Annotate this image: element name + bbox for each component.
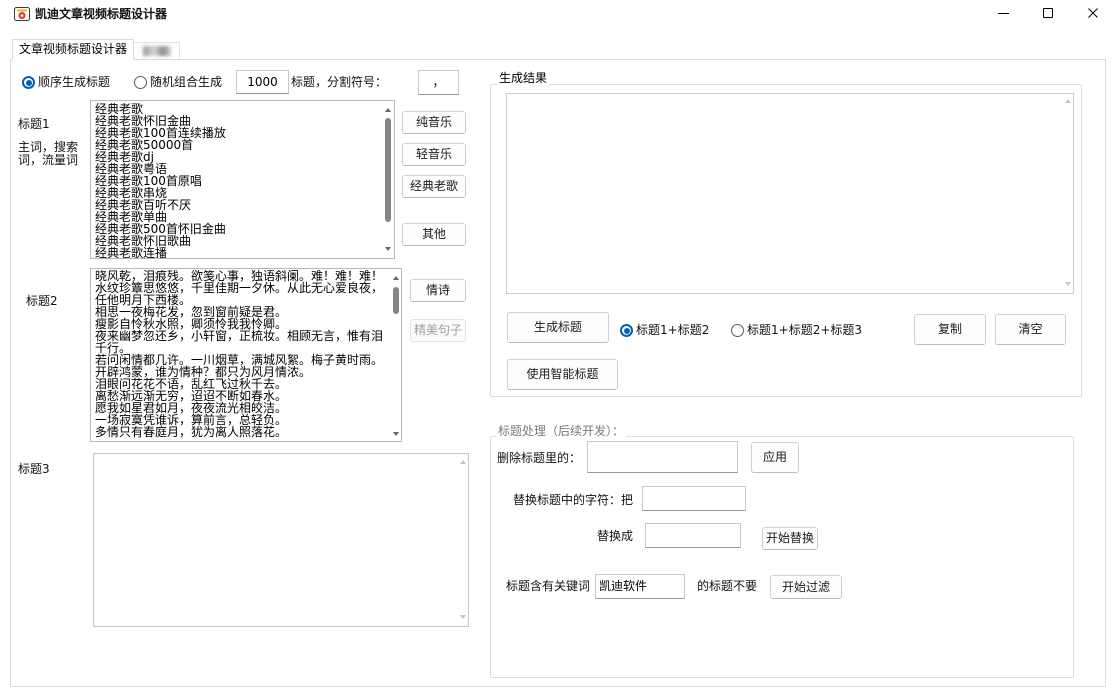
count-input[interactable]: 1000 bbox=[236, 70, 289, 94]
replace-from-label: 替换标题中的字符：把 bbox=[513, 493, 634, 507]
window-title: 凯迪文章视频标题设计器 bbox=[35, 7, 168, 21]
smart-title-button[interactable]: 使用智能标题 bbox=[507, 359, 618, 390]
title1-hint: 主词，搜索词，流量词 bbox=[18, 140, 79, 167]
apply-button[interactable]: 应用 bbox=[751, 442, 799, 473]
scroll-down-arrow-icon[interactable] bbox=[1064, 282, 1071, 286]
radio-combo-1-2-label[interactable]: 标题1+标题2 bbox=[636, 323, 709, 337]
textarea-line: 经典老歌连播 bbox=[95, 246, 168, 258]
start-replace-button[interactable]: 开始替换 bbox=[762, 527, 818, 550]
scrollbar-thumb[interactable] bbox=[393, 287, 399, 314]
title2-textarea[interactable]: 晓风乾，泪痕残。欲笺心事，独语斜阑。难！难！难！ 水纹珍簟思悠悠，千里佳期一夕休… bbox=[90, 268, 402, 442]
filter-keyword-input[interactable]: 凯迪软件 bbox=[595, 574, 685, 599]
fine-sentences-button[interactable]: 精美句子 bbox=[410, 319, 466, 342]
replace-to-input[interactable] bbox=[645, 523, 741, 548]
processing-group-label: 标题处理（后续开发）： bbox=[496, 424, 627, 438]
clear-button[interactable]: 清空 bbox=[995, 314, 1066, 345]
textarea-line: 多情只有春庭月，犹为离人照落花。 bbox=[95, 425, 288, 439]
radio-combo-1-2-3[interactable] bbox=[731, 324, 744, 337]
close-button[interactable] bbox=[1072, 0, 1116, 30]
scroll-up-arrow-icon[interactable] bbox=[1064, 99, 1071, 103]
love-poems-button[interactable]: 情诗 bbox=[410, 279, 466, 302]
title2-label: 标题2 bbox=[26, 294, 58, 308]
scroll-up-arrow-icon[interactable] bbox=[459, 460, 466, 464]
radio-random-label[interactable]: 随机组合生成 bbox=[150, 75, 222, 89]
minimize-icon bbox=[998, 13, 1009, 14]
delete-label: 删除标题里的： bbox=[497, 451, 582, 465]
replace-from-input[interactable] bbox=[642, 486, 746, 511]
app-icon bbox=[14, 6, 30, 22]
pure-music-button[interactable]: 纯音乐 bbox=[402, 111, 466, 134]
title-bar[interactable]: 凯迪文章视频标题设计器 bbox=[0, 0, 1116, 30]
tab-designer[interactable]: 文章视频标题设计器 bbox=[12, 39, 134, 60]
start-filter-button[interactable]: 开始过滤 bbox=[770, 575, 842, 599]
title1-textarea[interactable]: 经典老歌 经典老歌怀旧金曲 经典老歌100首连续播放 经典老歌50000首 经典… bbox=[90, 100, 395, 259]
maximize-button[interactable] bbox=[1026, 0, 1072, 30]
scroll-up-arrow-icon[interactable] bbox=[392, 276, 399, 280]
radio-combo-1-2[interactable] bbox=[620, 324, 633, 337]
scroll-down-arrow-icon[interactable] bbox=[459, 615, 466, 619]
replace-to-label: 替换成 bbox=[597, 529, 634, 543]
light-music-button[interactable]: 轻音乐 bbox=[402, 143, 466, 166]
result-group-label: 生成结果 bbox=[497, 71, 550, 85]
radio-sequential-label[interactable]: 顺序生成标题 bbox=[38, 75, 110, 89]
other-button[interactable]: 其他 bbox=[402, 223, 466, 246]
scroll-up-arrow-icon[interactable] bbox=[384, 108, 391, 112]
filter-label: 标题含有关键词 bbox=[506, 579, 591, 593]
obscured-tab-label bbox=[143, 46, 171, 56]
separator-input[interactable]: ， bbox=[418, 70, 459, 95]
textarea-line: 夜来幽梦忽还乡，小轩窗，正梳妆。相顾无言，惟有泪 bbox=[95, 329, 384, 343]
title1-label: 标题1 bbox=[18, 117, 50, 131]
title3-label: 标题3 bbox=[18, 462, 50, 476]
radio-sequential[interactable] bbox=[22, 76, 35, 89]
copy-button[interactable]: 复制 bbox=[914, 314, 986, 345]
radio-combo-1-2-3-label[interactable]: 标题1+标题2+标题3 bbox=[747, 323, 862, 337]
title1-lines: 经典老歌 经典老歌怀旧金曲 经典老歌100首连续播放 经典老歌50000首 经典… bbox=[95, 103, 381, 258]
radio-random[interactable] bbox=[134, 76, 147, 89]
title2-lines: 晓风乾，泪痕残。欲笺心事，独语斜阑。难！难！难！ 水纹珍簟思悠悠，千里佳期一夕休… bbox=[95, 270, 391, 441]
maximize-icon bbox=[1043, 8, 1053, 18]
minimize-button[interactable] bbox=[980, 0, 1026, 30]
scroll-down-arrow-icon[interactable] bbox=[392, 432, 399, 436]
close-icon bbox=[1088, 8, 1098, 18]
result-textarea[interactable] bbox=[506, 93, 1074, 294]
scrollbar-thumb[interactable] bbox=[385, 118, 391, 222]
scroll-down-arrow-icon[interactable] bbox=[384, 247, 391, 251]
separator-label: 标题，分割符号： bbox=[291, 75, 388, 89]
generate-button[interactable]: 生成标题 bbox=[507, 312, 609, 343]
delete-input[interactable] bbox=[587, 441, 738, 473]
tab-obscured[interactable] bbox=[134, 42, 180, 59]
classic-songs-button[interactable]: 经典老歌 bbox=[402, 175, 466, 198]
filter-suffix-label: 的标题不要 bbox=[697, 579, 758, 593]
title3-textarea[interactable] bbox=[93, 453, 469, 627]
